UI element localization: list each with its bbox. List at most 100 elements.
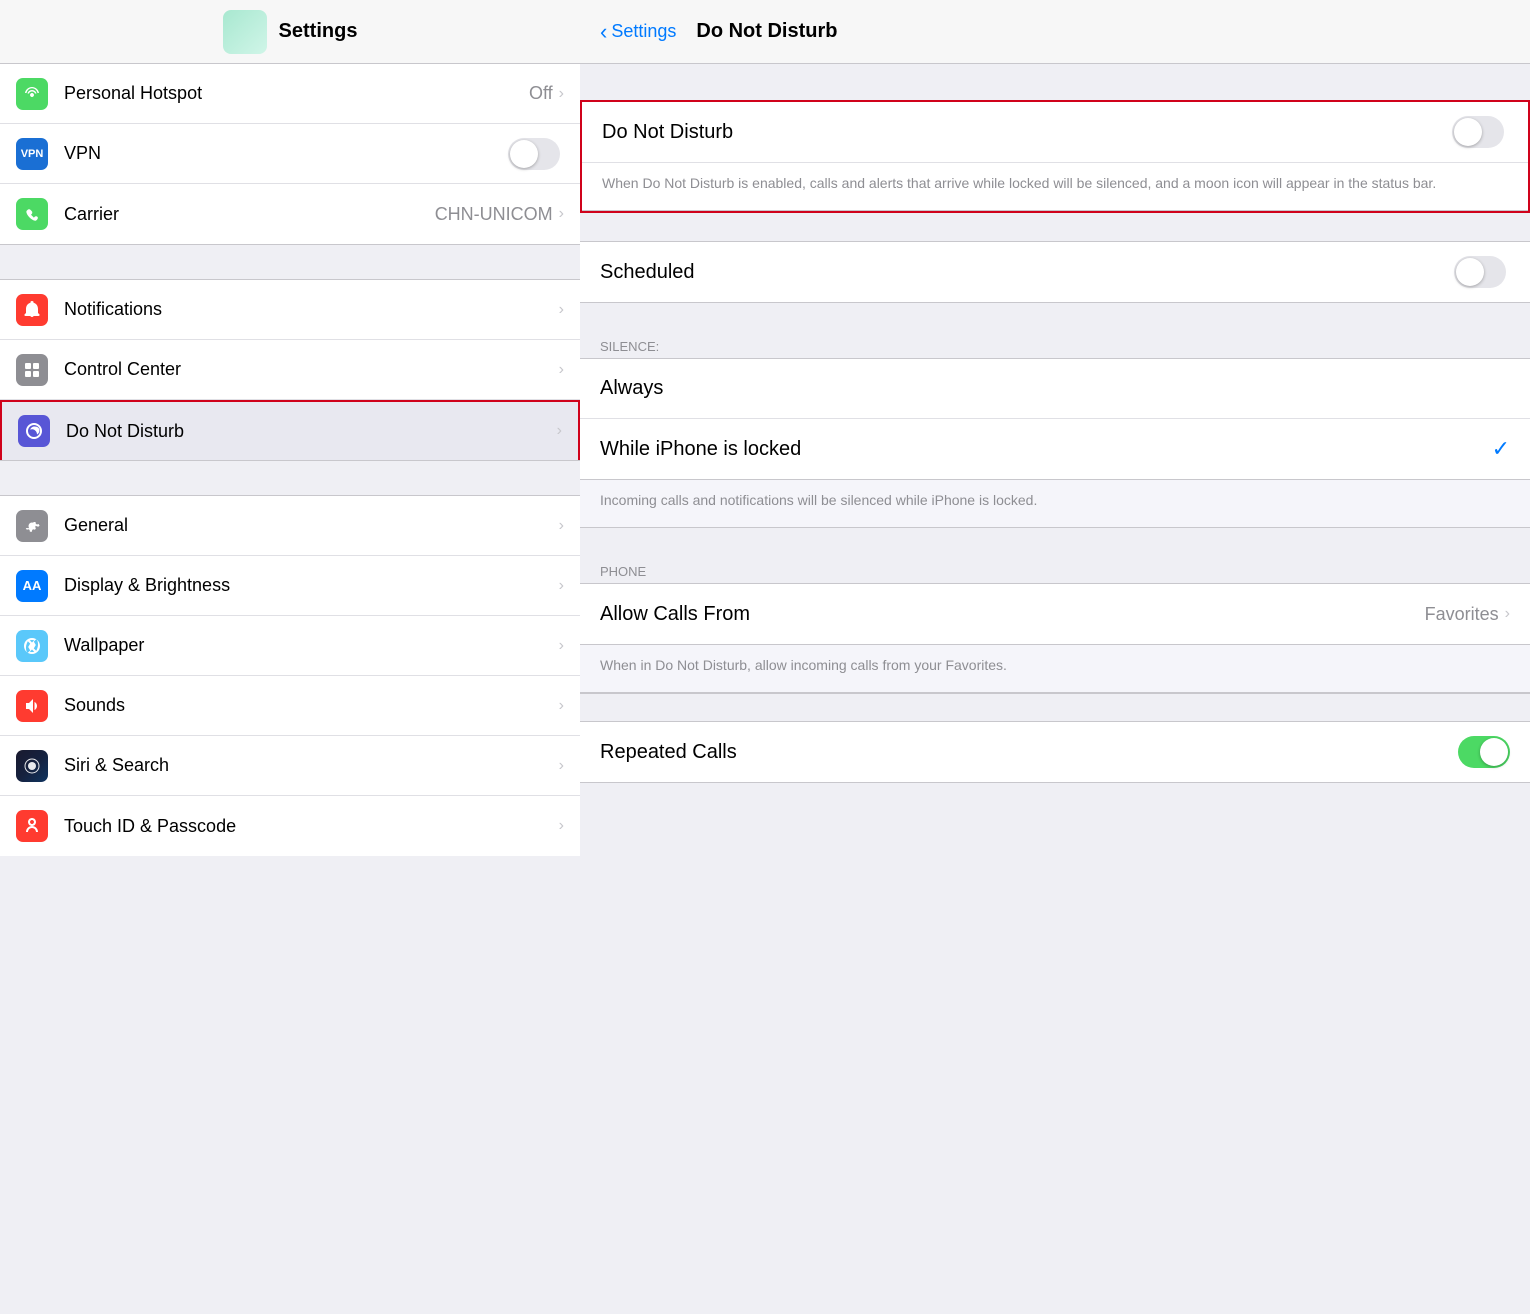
gap-r1 (580, 213, 1530, 241)
carrier-chevron: › (559, 205, 564, 223)
sidebar-item-do-not-disturb[interactable]: Do Not Disturb › (0, 400, 580, 460)
left-panel: Settings Personal Hotspot Off › VPN VPN (0, 0, 580, 1314)
while-locked-desc: Incoming calls and notifications will be… (580, 480, 1530, 528)
back-chevron-icon: ‹ (600, 19, 607, 45)
top-section-group: Personal Hotspot Off › VPN VPN Carrier C… (0, 64, 580, 244)
back-label: Settings (611, 21, 676, 42)
silence-header: SILENCE: (580, 331, 1530, 358)
do-not-disturb-label: Do Not Disturb (66, 421, 557, 442)
sidebar-item-general[interactable]: General › (0, 496, 580, 556)
general-label: General (64, 515, 559, 536)
wallpaper-label: Wallpaper (64, 635, 559, 656)
scheduled-row[interactable]: Scheduled (580, 242, 1530, 302)
notifications-chevron: › (559, 301, 564, 319)
siri-search-chevron: › (559, 757, 564, 775)
right-top-gap (580, 64, 1530, 100)
sidebar-item-sounds[interactable]: Sounds › (0, 676, 580, 736)
dnd-toggle-label: Do Not Disturb (602, 121, 1452, 144)
do-not-disturb-chevron: › (557, 422, 562, 440)
dnd-toggle-row[interactable]: Do Not Disturb (582, 102, 1528, 162)
personal-hotspot-value: Off (529, 83, 553, 104)
always-row[interactable]: Always (580, 359, 1530, 419)
scheduled-toggle[interactable] (1454, 256, 1506, 288)
back-button[interactable]: ‹ Settings (600, 19, 676, 45)
general-icon (16, 510, 48, 542)
touch-id-label: Touch ID & Passcode (64, 816, 559, 837)
carrier-value: CHN-UNICOM (435, 204, 553, 225)
repeated-calls-toggle[interactable] (1458, 736, 1510, 768)
control-center-icon (16, 354, 48, 386)
settings-title: Settings (279, 20, 358, 43)
do-not-disturb-icon (18, 415, 50, 447)
scheduled-group: Scheduled (580, 241, 1530, 303)
personal-hotspot-icon (16, 78, 48, 110)
carrier-label: Carrier (64, 204, 435, 225)
allow-calls-chevron: › (1505, 605, 1510, 623)
sidebar-item-carrier[interactable]: Carrier CHN-UNICOM › (0, 184, 580, 244)
gap-r3 (580, 528, 1530, 556)
control-center-label: Control Center (64, 359, 559, 380)
siri-search-label: Siri & Search (64, 755, 559, 776)
silence-section: SILENCE: Always While iPhone is locked ✓… (580, 331, 1530, 528)
display-brightness-icon: AA (16, 570, 48, 602)
right-panel: ‹ Settings Do Not Disturb Do Not Disturb… (580, 0, 1530, 1314)
repeated-calls-group: Repeated Calls (580, 721, 1530, 783)
settings-list: Personal Hotspot Off › VPN VPN Carrier C… (0, 64, 580, 1314)
sidebar-item-display-brightness[interactable]: AA Display & Brightness › (0, 556, 580, 616)
display-brightness-chevron: › (559, 577, 564, 595)
phone-group: Allow Calls From Favorites › (580, 583, 1530, 645)
right-content: Do Not Disturb When Do Not Disturb is en… (580, 64, 1530, 1314)
dnd-toggle-group: Do Not Disturb When Do Not Disturb is en… (580, 100, 1530, 213)
sidebar-item-wallpaper[interactable]: Wallpaper › (0, 616, 580, 676)
vpn-icon: VPN (16, 138, 48, 170)
while-locked-row[interactable]: While iPhone is locked ✓ (580, 419, 1530, 479)
gap-r2 (580, 303, 1530, 331)
dnd-toggle-switch[interactable] (1452, 116, 1504, 148)
sidebar-item-notifications[interactable]: Notifications › (0, 280, 580, 340)
notifications-icon (16, 294, 48, 326)
display-brightness-label: Display & Brightness (64, 575, 559, 596)
silence-group: Always While iPhone is locked ✓ (580, 358, 1530, 480)
touch-id-chevron: › (559, 817, 564, 835)
repeated-calls-label: Repeated Calls (600, 741, 1458, 764)
sidebar-item-siri-search[interactable]: Siri & Search › (0, 736, 580, 796)
dnd-description: When Do Not Disturb is enabled, calls an… (582, 162, 1528, 211)
gap-2 (0, 460, 580, 496)
gap-r4 (580, 693, 1530, 721)
allow-calls-desc: When in Do Not Disturb, allow incoming c… (580, 645, 1530, 693)
control-center-chevron: › (559, 361, 564, 379)
repeated-calls-row[interactable]: Repeated Calls (580, 722, 1530, 782)
bottom-section-group: General › AA Display & Brightness › Wall… (0, 496, 580, 856)
right-header: ‹ Settings Do Not Disturb (580, 0, 1530, 64)
sounds-chevron: › (559, 697, 564, 715)
left-header: Settings (0, 0, 580, 64)
allow-calls-value: Favorites (1425, 604, 1499, 625)
siri-search-icon (16, 750, 48, 782)
while-locked-checkmark: ✓ (1492, 436, 1510, 462)
sidebar-item-personal-hotspot[interactable]: Personal Hotspot Off › (0, 64, 580, 124)
sidebar-item-touch-id[interactable]: Touch ID & Passcode › (0, 796, 580, 856)
phone-section: PHONE Allow Calls From Favorites › When … (580, 556, 1530, 693)
wallpaper-chevron: › (559, 637, 564, 655)
always-label: Always (600, 377, 1510, 400)
allow-calls-row[interactable]: Allow Calls From Favorites › (580, 584, 1530, 644)
wallpaper-icon (16, 630, 48, 662)
allow-calls-label: Allow Calls From (600, 603, 1425, 626)
do-not-disturb-page-title: Do Not Disturb (696, 20, 837, 43)
sidebar-item-control-center[interactable]: Control Center › (0, 340, 580, 400)
sounds-icon (16, 690, 48, 722)
sidebar-item-vpn[interactable]: VPN VPN (0, 124, 580, 184)
vpn-label: VPN (64, 143, 508, 164)
touch-id-icon (16, 810, 48, 842)
sounds-label: Sounds (64, 695, 559, 716)
phone-header: PHONE (580, 556, 1530, 583)
while-locked-label: While iPhone is locked (600, 438, 1492, 461)
personal-hotspot-label: Personal Hotspot (64, 83, 529, 104)
middle-section-group: Notifications › Control Center › Do Not … (0, 280, 580, 460)
notifications-label: Notifications (64, 299, 559, 320)
scheduled-label: Scheduled (600, 261, 1454, 284)
gap-1 (0, 244, 580, 280)
personal-hotspot-chevron: › (559, 85, 564, 103)
vpn-toggle[interactable] (508, 138, 560, 170)
carrier-icon (16, 198, 48, 230)
